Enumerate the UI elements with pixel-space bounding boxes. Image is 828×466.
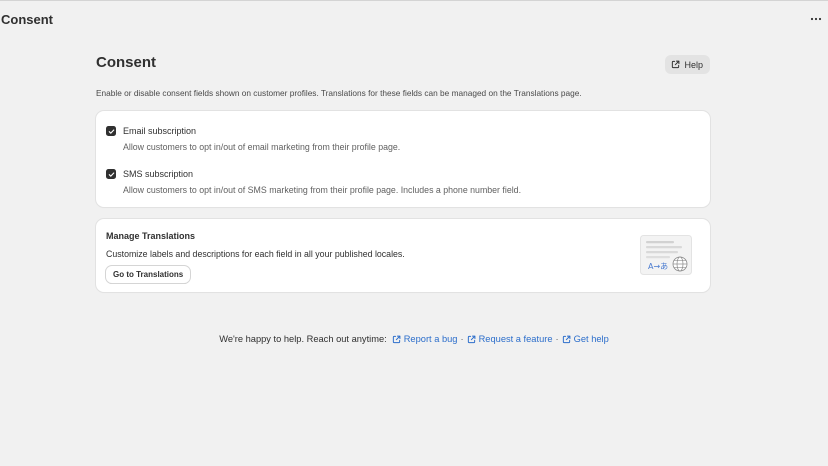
more-horizontal-icon — [810, 17, 822, 21]
go-to-translations-button[interactable]: Go to Translations — [106, 266, 191, 283]
checkmark-icon — [108, 171, 114, 177]
report-bug-label: Report a bug — [403, 334, 458, 344]
sms-subscription-checkbox[interactable] — [106, 169, 116, 179]
help-button-label: Help — [684, 59, 703, 70]
more-actions-button[interactable] — [806, 9, 826, 29]
external-link-icon — [392, 335, 401, 343]
external-link-icon — [467, 335, 476, 343]
consent-fields-card: Email subscription Allow customers to op… — [96, 111, 710, 207]
translations-description: Customize labels and descriptions for ea… — [106, 249, 405, 259]
footer-lead-text: We're happy to help. Reach out anytime: — [219, 334, 387, 344]
email-subscription-checkbox[interactable] — [106, 126, 116, 136]
get-help-link[interactable]: Get help — [562, 334, 609, 344]
email-subscription-help: Allow customers to opt in/out of email m… — [123, 142, 401, 152]
page-content: Consent Help Enable or disable consent f… — [96, 50, 710, 292]
page-header: Consent Help — [96, 50, 710, 74]
globe-icon — [672, 256, 688, 272]
help-button[interactable]: Help — [665, 55, 710, 74]
translations-title: Manage Translations — [106, 231, 196, 241]
sms-subscription-help: Allow customers to opt in/out of SMS mar… — [123, 185, 522, 195]
report-bug-link[interactable]: Report a bug — [392, 334, 458, 344]
page-description: Enable or disable consent fields shown o… — [96, 88, 582, 98]
app-header: Consent — [0, 0, 828, 40]
translations-illustration-text: A→あ — [648, 262, 668, 271]
manage-translations-card: Manage Translations Customize labels and… — [96, 219, 710, 292]
external-link-icon — [562, 335, 571, 343]
sms-subscription-option: SMS subscription Allow customers to opt … — [106, 168, 700, 196]
footer-help: We're happy to help. Reach out anytime: … — [0, 334, 828, 344]
footer-separator: · — [555, 334, 559, 344]
app-title: Consent — [1, 11, 53, 27]
footer-separator: · — [460, 334, 464, 344]
sms-subscription-label[interactable]: SMS subscription — [123, 168, 700, 180]
email-subscription-option: Email subscription Allow customers to op… — [106, 125, 700, 153]
request-feature-link[interactable]: Request a feature — [467, 334, 553, 344]
email-subscription-label[interactable]: Email subscription — [123, 125, 700, 137]
external-link-icon — [672, 60, 680, 69]
translations-illustration: A→あ — [640, 235, 692, 275]
page-title: Consent — [96, 54, 156, 71]
checkmark-icon — [108, 128, 114, 134]
request-feature-label: Request a feature — [478, 334, 553, 344]
get-help-label: Get help — [573, 334, 609, 344]
